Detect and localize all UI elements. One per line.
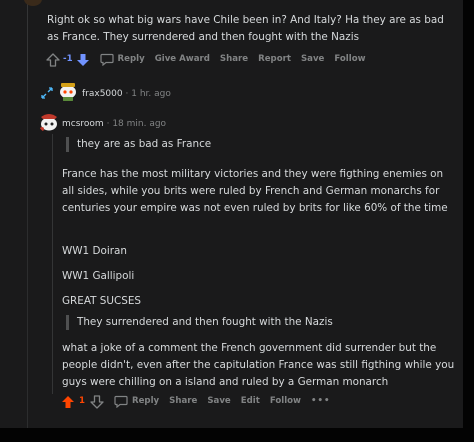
thread-line[interactable]: [27, 0, 28, 80]
avatar[interactable]: [57, 80, 79, 102]
comment-meta: frax5000 · 1 hr. ago: [82, 88, 171, 100]
separator: ·: [125, 89, 129, 99]
share-button[interactable]: Share: [220, 54, 248, 64]
separator: ·: [106, 119, 110, 129]
downvote-arrow-icon[interactable]: [76, 52, 90, 66]
comment-text: Right ok so what big wars have Chile bee…: [47, 14, 444, 43]
quote-text: they are as bad as France: [77, 138, 212, 150]
speech-bubble-icon: [99, 53, 114, 66]
comment-line: WW1 Doiran: [62, 245, 127, 257]
username[interactable]: mcsroom: [62, 119, 104, 129]
comment-body: Right ok so what big wars have Chile bee…: [47, 12, 447, 46]
expand-icon[interactable]: [40, 85, 54, 99]
more-options-button[interactable]: •••: [311, 396, 330, 406]
comment-actions: -1 Reply Give Award Share Report Save Fo…: [46, 51, 376, 67]
vote-score: -1: [63, 54, 73, 64]
thread-line[interactable]: [52, 134, 53, 394]
thread-line[interactable]: [27, 80, 28, 428]
timestamp[interactable]: 1 hr. ago: [131, 89, 171, 99]
blockquote: they are as bad as France: [66, 137, 211, 152]
edit-button[interactable]: Edit: [241, 396, 260, 406]
speech-bubble-icon: [114, 395, 128, 408]
vote-score: 1: [79, 396, 85, 406]
downvote-arrow-icon[interactable]: [90, 394, 104, 409]
follow-button[interactable]: Follow: [334, 54, 365, 64]
quote-text: They surrendered and then fought with th…: [77, 316, 333, 328]
reply-button[interactable]: Reply: [114, 395, 159, 408]
avatar[interactable]: [38, 111, 60, 133]
timestamp[interactable]: 18 min. ago: [112, 119, 166, 129]
blockquote: They surrendered and then fought with th…: [66, 315, 333, 330]
comment-paragraph: what a joke of a comment the French gove…: [62, 342, 455, 388]
save-button[interactable]: Save: [207, 396, 230, 406]
follow-button[interactable]: Follow: [270, 396, 301, 406]
more-options-icon: •••: [311, 396, 331, 406]
upvote-arrow-icon[interactable]: [46, 52, 60, 67]
comment-actions: 1 Reply Share Save Edit Follow •••: [61, 393, 340, 409]
username[interactable]: frax5000: [82, 89, 123, 99]
comment-line: WW1 Gallipoli: [62, 270, 135, 282]
give-award-button[interactable]: Give Award: [155, 54, 210, 64]
comment-thread-panel: Right ok so what big wars have Chile bee…: [0, 0, 463, 428]
reply-button[interactable]: Reply: [99, 53, 145, 66]
report-button[interactable]: Report: [258, 54, 291, 64]
comment-line: GREAT SUCSES: [62, 295, 141, 307]
save-button[interactable]: Save: [301, 54, 324, 64]
share-button[interactable]: Share: [169, 396, 197, 406]
comment-meta: mcsroom · 18 min. ago: [62, 118, 166, 130]
upvote-arrow-icon[interactable]: [61, 394, 75, 408]
comment-paragraph: France has the most military victories a…: [62, 168, 448, 214]
